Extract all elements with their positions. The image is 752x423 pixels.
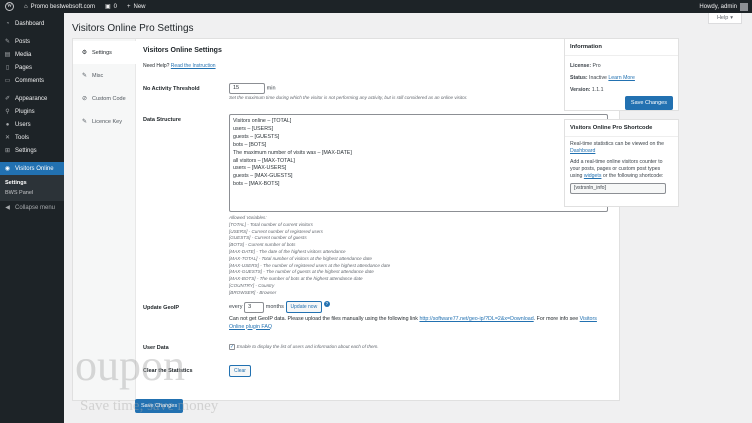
tab-custom-code[interactable]: ⊘ Custom Code [73, 87, 135, 110]
comment-icon: ▭ [4, 78, 11, 84]
no-activity-description: Set the maximum time during which the vi… [229, 95, 468, 100]
no-activity-unit: min [266, 85, 276, 92]
widgets-link[interactable]: widgets [584, 173, 602, 179]
avatar [740, 2, 748, 11]
sidebar-save-changes-button[interactable]: Save Changes [624, 96, 673, 110]
wrench-icon: ✕ [4, 135, 11, 141]
submenu-item-bws-panel[interactable]: BWS Panel [0, 188, 64, 198]
code-icon: ⊘ [81, 96, 88, 102]
admin-sidebar: ◔ Dashboard ✎ Posts ▤ Media ▯ Pages ▭ Comment… [0, 13, 64, 423]
dashboard-icon: ◔ [5, 20, 10, 27]
media-icon: ▤ [4, 52, 11, 58]
geoip-field: every 3 months Update now ? Can not get … [229, 301, 609, 331]
instruction-link[interactable]: Read the Instruction [171, 63, 216, 69]
sidebar-item-visitors-online[interactable]: ◉ Visitors Online [0, 162, 64, 175]
shortcode-box: Visitors Online Pro Shortcode Real-time … [564, 119, 679, 207]
plugin-icon: ⚲ [5, 109, 10, 115]
tab-licence-key[interactable]: ✎ Licence Key [73, 110, 135, 133]
no-activity-label: No Activity Threshold [143, 86, 200, 92]
shortcode-body: Real-time statistics can be viewed on th… [565, 137, 678, 198]
section-title: Visitors Online Settings [143, 47, 222, 54]
watermark-tagline: Save time, save money [80, 398, 219, 414]
shortcode-title: Visitors Online Pro Shortcode [565, 120, 678, 137]
chevron-down-icon: ▾ [730, 15, 734, 21]
tab-settings[interactable]: ⚙ Settings [73, 41, 137, 64]
sidebar-item-comments[interactable]: ▭ Comments [0, 74, 64, 87]
page-title: Visitors Online Pro Settings [72, 23, 194, 34]
allowed-variables: Allowed Variables: [TOTAL] - Total numbe… [229, 215, 391, 295]
pin-icon: ✎ [4, 39, 11, 45]
tab-misc[interactable]: ✎ Misc [73, 64, 135, 87]
watermark-brand: oupon [75, 341, 185, 390]
wrench-icon: ✎ [81, 73, 88, 79]
user-data-checkbox[interactable]: ✓ [229, 344, 235, 351]
update-now-button[interactable]: Update now [285, 301, 323, 313]
sidebar-item-media[interactable]: ▤ Media [0, 48, 64, 61]
sidebar-item-users[interactable]: ● Users [0, 118, 64, 131]
geoip-download-link[interactable]: http://software77.net/geo-ip/?DL=2&x=Dow… [419, 316, 533, 322]
collapse-icon: ◀ [5, 205, 10, 211]
help-question-icon[interactable]: ? [323, 301, 330, 307]
settings-icon: ⊞ [4, 148, 11, 154]
geoip-message: Can not get GeoIP data. Please upload th… [229, 316, 597, 330]
information-box: Information License: Pro Status: Inactiv… [564, 38, 679, 111]
wp-logo-button[interactable]: W [0, 0, 19, 13]
new-content-link[interactable]: + New [122, 0, 151, 13]
brush-icon: ✐ [4, 96, 11, 102]
home-icon: ⌂ [24, 3, 28, 10]
user-data-field: ✓ Enable to display the list of users an… [229, 344, 379, 351]
user-account-link[interactable]: Howdy, admin [699, 2, 752, 11]
pages-icon: ▯ [5, 65, 10, 71]
no-activity-field: 15 min Set the maximum time during which… [229, 83, 609, 102]
admin-bar: W ⌂ Promo bestwebsoft.com ▣ 0 + New Howdy, … [0, 0, 752, 13]
collapse-menu-button[interactable]: ◀ Collapse menu [0, 201, 64, 214]
settings-content: Visitors Online Settings Need Help? Read… [143, 39, 613, 400]
need-help-text: Need Help? Read the Instruction [143, 63, 216, 69]
visitors-online-submenu: Settings BWS Panel [0, 175, 64, 201]
clear-button[interactable]: Clear [229, 365, 251, 377]
comment-icon: ▣ [104, 4, 111, 10]
help-tab-button[interactable]: Help ▾ [708, 13, 742, 24]
sidebar-item-settings[interactable]: ⊞ Settings [0, 144, 64, 157]
sidebar-item-tools[interactable]: ✕ Tools [0, 131, 64, 144]
no-activity-input[interactable]: 15 [229, 83, 265, 94]
data-structure-textarea[interactable]: Visitors online – [TOTAL] users – [USERS… [229, 114, 608, 212]
user-icon: ● [5, 121, 10, 128]
sidebar-item-pages[interactable]: ▯ Pages [0, 61, 64, 74]
wordpress-icon: W [5, 2, 14, 11]
comments-link[interactable]: ▣ 0 [100, 0, 122, 13]
data-structure-label: Data Structure [143, 117, 181, 123]
sidebar-item-plugins[interactable]: ⚲ Plugins [0, 105, 64, 118]
shortcode-field[interactable]: [vstrsnln_info] [570, 183, 666, 194]
sidebar-item-dashboard[interactable]: ◔ Dashboard [0, 17, 64, 30]
site-name-link[interactable]: ⌂ Promo bestwebsoft.com [19, 0, 100, 13]
geoip-months-input[interactable]: 3 [244, 301, 265, 313]
plus-icon: + [127, 3, 131, 10]
clear-field: Clear [229, 365, 251, 377]
information-body: License: Pro Status: Inactive Learn More… [565, 56, 678, 114]
submenu-item-settings[interactable]: Settings [0, 178, 64, 188]
key-icon: ✎ [81, 119, 88, 125]
gear-icon: ⚙ [81, 50, 88, 56]
eye-icon: ◉ [4, 166, 11, 172]
learn-more-link[interactable]: Learn More [608, 75, 635, 81]
geoip-label: Update GeoIP [143, 305, 180, 311]
sidebar-item-posts[interactable]: ✎ Posts [0, 35, 64, 48]
information-title: Information [565, 39, 678, 56]
user-data-description: Enable to display the list of users and … [236, 344, 379, 349]
sidebar-item-appearance[interactable]: ✐ Appearance [0, 92, 64, 105]
dashboard-link[interactable]: Dashboard [570, 148, 595, 154]
